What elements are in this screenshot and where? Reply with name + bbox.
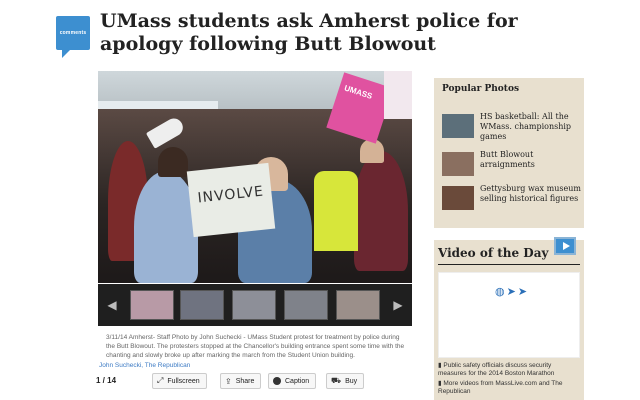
photo-white-sign [384,71,412,119]
popular-photo-thumb[interactable] [442,114,474,138]
caption-label: Caption [285,377,310,385]
caption-button[interactable]: Caption [268,373,317,389]
fullscreen-icon: ⤢ [157,376,164,385]
popular-photo-item[interactable]: Butt Blowout arraignments [442,150,582,180]
buy-label: Buy [345,377,358,385]
photo-person [354,151,408,271]
share-label: Share [235,377,255,385]
divider [438,264,580,265]
share-icon: ⇪ [225,376,232,386]
video-player[interactable]: ◍➤➤ [438,272,580,358]
photo-person [158,147,188,177]
video-link[interactable]: ▮ More videos from MassLive.com and The … [438,380,580,396]
popular-photo-link[interactable]: Gettysburg wax museum selling historical… [480,184,582,204]
popular-photo-thumb[interactable] [442,186,474,210]
filmstrip-thumb[interactable] [336,290,380,320]
cart-icon: ⛟ [331,376,342,385]
fullscreen-button[interactable]: ⤢ Fullscreen [152,373,207,389]
caption-icon [273,377,281,385]
filmstrip-thumb[interactable] [232,290,276,320]
popular-photo-item[interactable]: Gettysburg wax museum selling historical… [442,184,582,214]
photo-byline[interactable]: John Suchecki, The Republican [99,362,190,369]
comments-label: comments [59,30,87,36]
photo-vest [314,171,358,251]
buy-button[interactable]: ⛟ Buy [326,373,365,389]
share-button[interactable]: ⇪ Share [220,373,262,389]
popular-photo-thumb[interactable] [442,152,474,176]
popular-photo-item[interactable]: HS basketball: All the WMass. championsh… [442,112,582,142]
popular-photo-link[interactable]: HS basketball: All the WMass. championsh… [480,112,582,142]
loading-icon: ◍➤➤ [495,286,530,298]
popular-photos-panel: Popular Photos HS basketball: All the WM… [434,78,584,228]
popular-photo-link[interactable]: Butt Blowout arraignments [480,150,582,170]
video-link[interactable]: ▮ Public safety officials discuss securi… [438,362,580,378]
video-of-the-day-panel: Video of the Day ◍➤➤ ▮ Public safety off… [434,237,584,400]
photo-caption: 3/11/14 Amherst- Staff Photo by John Suc… [106,334,405,359]
popular-photos-title: Popular Photos [442,84,520,94]
filmstrip: ◀ ▶ [98,284,412,326]
filmstrip-thumb[interactable] [130,290,174,320]
fullscreen-label: Fullscreen [167,377,200,385]
video-play-icon[interactable] [554,237,576,255]
comments-icon[interactable]: comments [56,16,90,58]
photo-controls: 1 / 14 ⤢ Fullscreen ⇪ Share Caption ⛟ Bu… [96,372,416,392]
prev-arrow-icon[interactable]: ◀ [104,298,120,312]
next-arrow-icon[interactable]: ▶ [390,298,406,312]
filmstrip-thumb[interactable] [180,290,224,320]
filmstrip-thumb[interactable] [284,290,328,320]
photo-counter: 1 / 14 [96,376,117,385]
main-photo[interactable]: INVOLVE UMASS [98,71,412,283]
page-title: UMass students ask Amherst police for ap… [100,10,518,55]
photo-sign: INVOLVE [186,162,276,238]
video-title: Video of the Day [438,246,549,260]
